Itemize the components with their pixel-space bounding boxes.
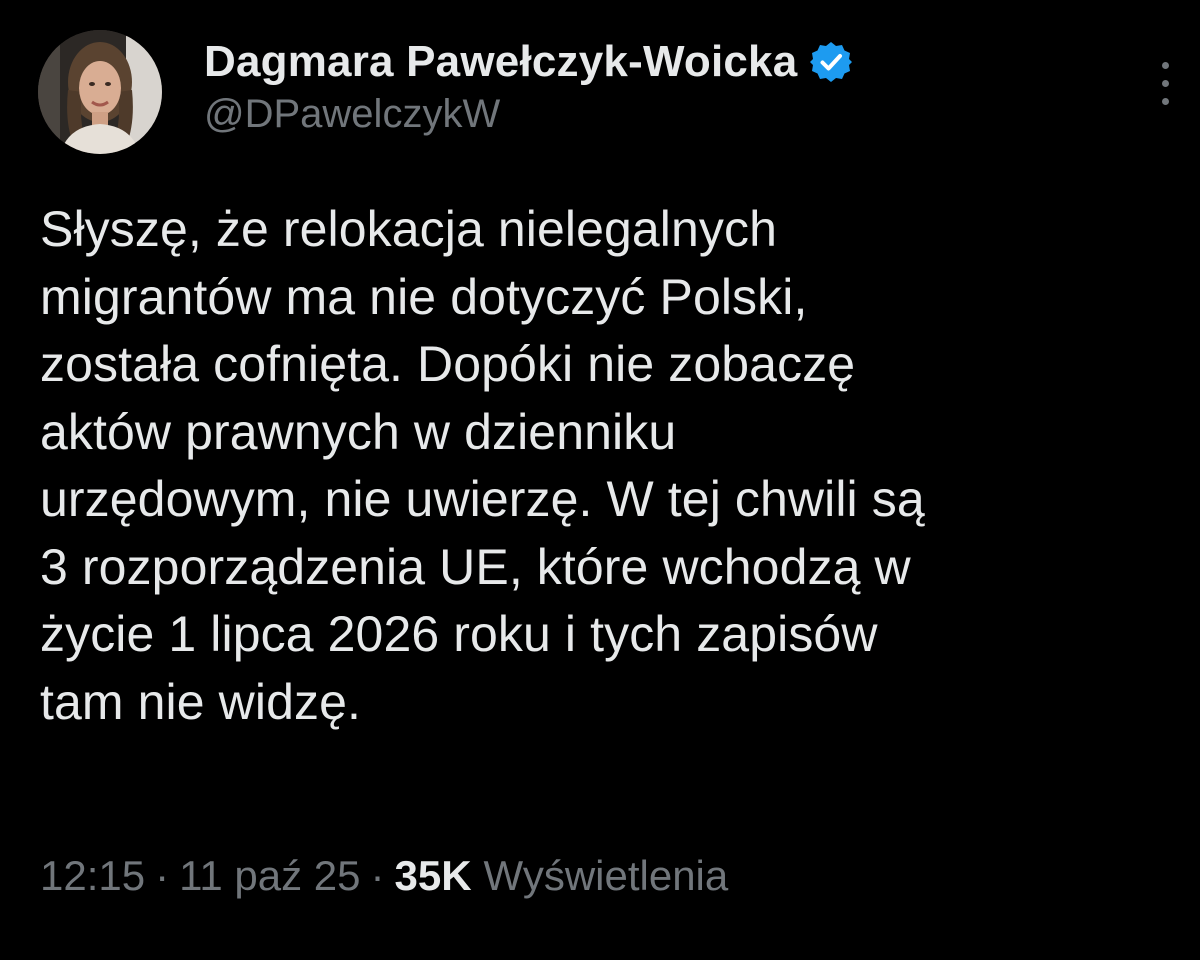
more-dot <box>1162 62 1169 69</box>
author-handle[interactable]: @DPawelczykW <box>204 92 853 137</box>
tweet-date[interactable]: 11 paź 25 <box>179 852 360 900</box>
more-options-icon[interactable] <box>1150 62 1180 108</box>
meta-separator: · <box>155 852 170 899</box>
tweet-text: Słyszę, że relokacja nielegalnych migran… <box>40 201 925 730</box>
more-dot <box>1162 98 1169 105</box>
views-label[interactable]: Wyświetlenia <box>484 852 729 900</box>
avatar-photo-icon <box>38 30 162 154</box>
author-name-row: Dagmara Pawełczyk-Woicka <box>204 34 853 90</box>
avatar[interactable] <box>38 30 162 154</box>
verified-badge-icon[interactable] <box>809 40 853 84</box>
tweet-time[interactable]: 12:15 <box>40 852 145 900</box>
tweet-meta: 12:15 · 11 paź 25 · 35K Wyświetlenia <box>40 852 728 900</box>
author-info: Dagmara Pawełczyk-Woicka @DPawelczykW <box>204 34 853 137</box>
views-count[interactable]: 35K <box>394 852 471 900</box>
tweet-card: Dagmara Pawełczyk-Woicka @DPawelczykW Sł… <box>0 0 1200 960</box>
meta-separator: · <box>370 852 385 899</box>
more-dot <box>1162 80 1169 87</box>
author-display-name[interactable]: Dagmara Pawełczyk-Woicka <box>204 37 797 87</box>
